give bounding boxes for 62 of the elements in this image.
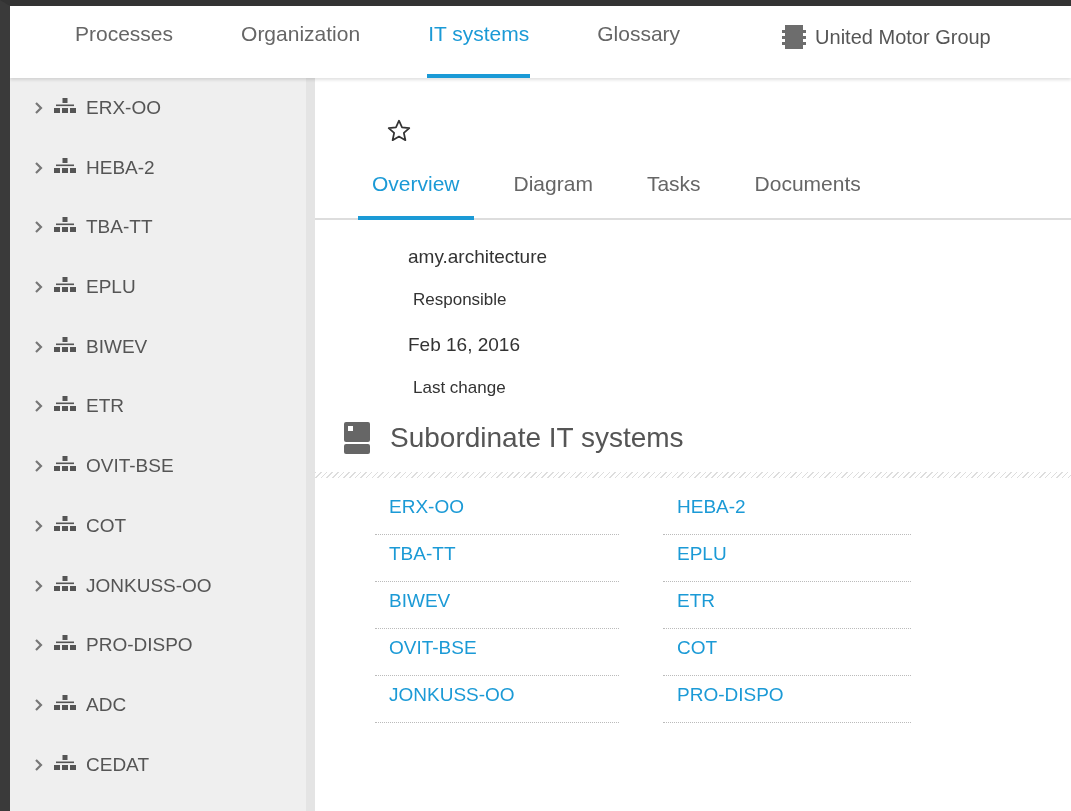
sidebar-item[interactable]: JONKUSS-OO	[86, 574, 212, 597]
it-system-link[interactable]: HEBA-2	[663, 488, 911, 535]
it-system-link[interactable]: COT	[663, 629, 911, 676]
star-icon[interactable]	[386, 118, 412, 144]
chevron-icon[interactable]	[34, 160, 44, 175]
nav-tab[interactable]: IT systems	[427, 6, 531, 78]
sidebar-item[interactable]: EPLU	[86, 276, 136, 299]
it-system-link[interactable]: ERX-OO	[375, 488, 619, 535]
it-system-link[interactable]: TBA-TT	[375, 535, 619, 582]
hierarchy-icon	[54, 515, 76, 532]
organization-name[interactable]: United Motor Group	[815, 25, 991, 49]
it-system-link[interactable]: BIWEV	[375, 582, 619, 629]
chevron-icon[interactable]	[34, 101, 44, 115]
sidebar-item[interactable]: ERX-OO	[86, 97, 161, 119]
chevron-icon[interactable]	[34, 697, 44, 712]
hierarchy-icon	[54, 456, 76, 473]
detail-tab[interactable]: Overview	[358, 168, 474, 220]
field-value: Feb 16, 2016	[408, 334, 521, 356]
sidebar-item[interactable]: PRO-DISPO	[86, 634, 193, 657]
hierarchy-icon	[54, 575, 76, 592]
hierarchy-icon	[54, 277, 76, 294]
sidebar-item[interactable]: HEBA-2	[86, 156, 155, 179]
server-icon	[344, 422, 370, 454]
sidebar-item[interactable]: BIWEV	[86, 335, 148, 358]
nav-tab[interactable]: Organization	[240, 6, 362, 78]
it-system-link[interactable]: OVIT-BSE	[375, 629, 619, 676]
hierarchy-icon	[54, 98, 76, 114]
hierarchy-icon	[54, 396, 76, 413]
hierarchy-icon	[54, 754, 76, 771]
sidebar-item[interactable]: OVIT-BSE	[86, 455, 174, 478]
nav-tab[interactable]: Glossary	[596, 6, 682, 78]
it-system-link[interactable]: JONKUSS-OO	[375, 676, 619, 723]
hierarchy-icon	[54, 635, 76, 652]
chevron-icon[interactable]	[34, 280, 44, 295]
detail-tab[interactable]: Documents	[740, 168, 875, 220]
chevron-icon[interactable]	[34, 339, 44, 354]
chevron-icon[interactable]	[34, 518, 44, 533]
sidebar-item[interactable]: TBA-TT	[86, 216, 153, 239]
chevron-icon[interactable]	[34, 220, 44, 235]
chevron-icon[interactable]	[34, 459, 44, 474]
chevron-icon[interactable]	[34, 638, 44, 653]
chevron-icon[interactable]	[34, 757, 44, 772]
nav-tab[interactable]: Processes	[74, 6, 175, 78]
hierarchy-icon	[54, 336, 76, 353]
field-label: Last change	[412, 378, 507, 398]
sidebar-item[interactable]: ETR	[86, 395, 124, 418]
sidebar-item[interactable]: ADC	[86, 693, 127, 716]
it-system-link[interactable]: PRO-DISPO	[663, 676, 911, 723]
chevron-icon[interactable]	[34, 399, 44, 414]
detail-tab[interactable]: Tasks	[632, 168, 715, 220]
sidebar-item[interactable]: COT	[86, 514, 127, 537]
hierarchy-icon	[54, 157, 76, 174]
it-system-link[interactable]: EPLU	[663, 535, 911, 582]
chevron-icon[interactable]	[34, 578, 44, 593]
hierarchy-icon	[54, 217, 76, 234]
field-value: amy.architecture	[408, 246, 549, 268]
section-title: Subordinate IT systems	[390, 422, 684, 454]
detail-tab[interactable]: Diagram	[499, 168, 607, 220]
it-system-link[interactable]: ETR	[663, 582, 911, 629]
hierarchy-icon	[54, 694, 76, 711]
field-label: Responsible	[412, 290, 508, 310]
sidebar-item[interactable]: CEDAT	[86, 753, 149, 776]
